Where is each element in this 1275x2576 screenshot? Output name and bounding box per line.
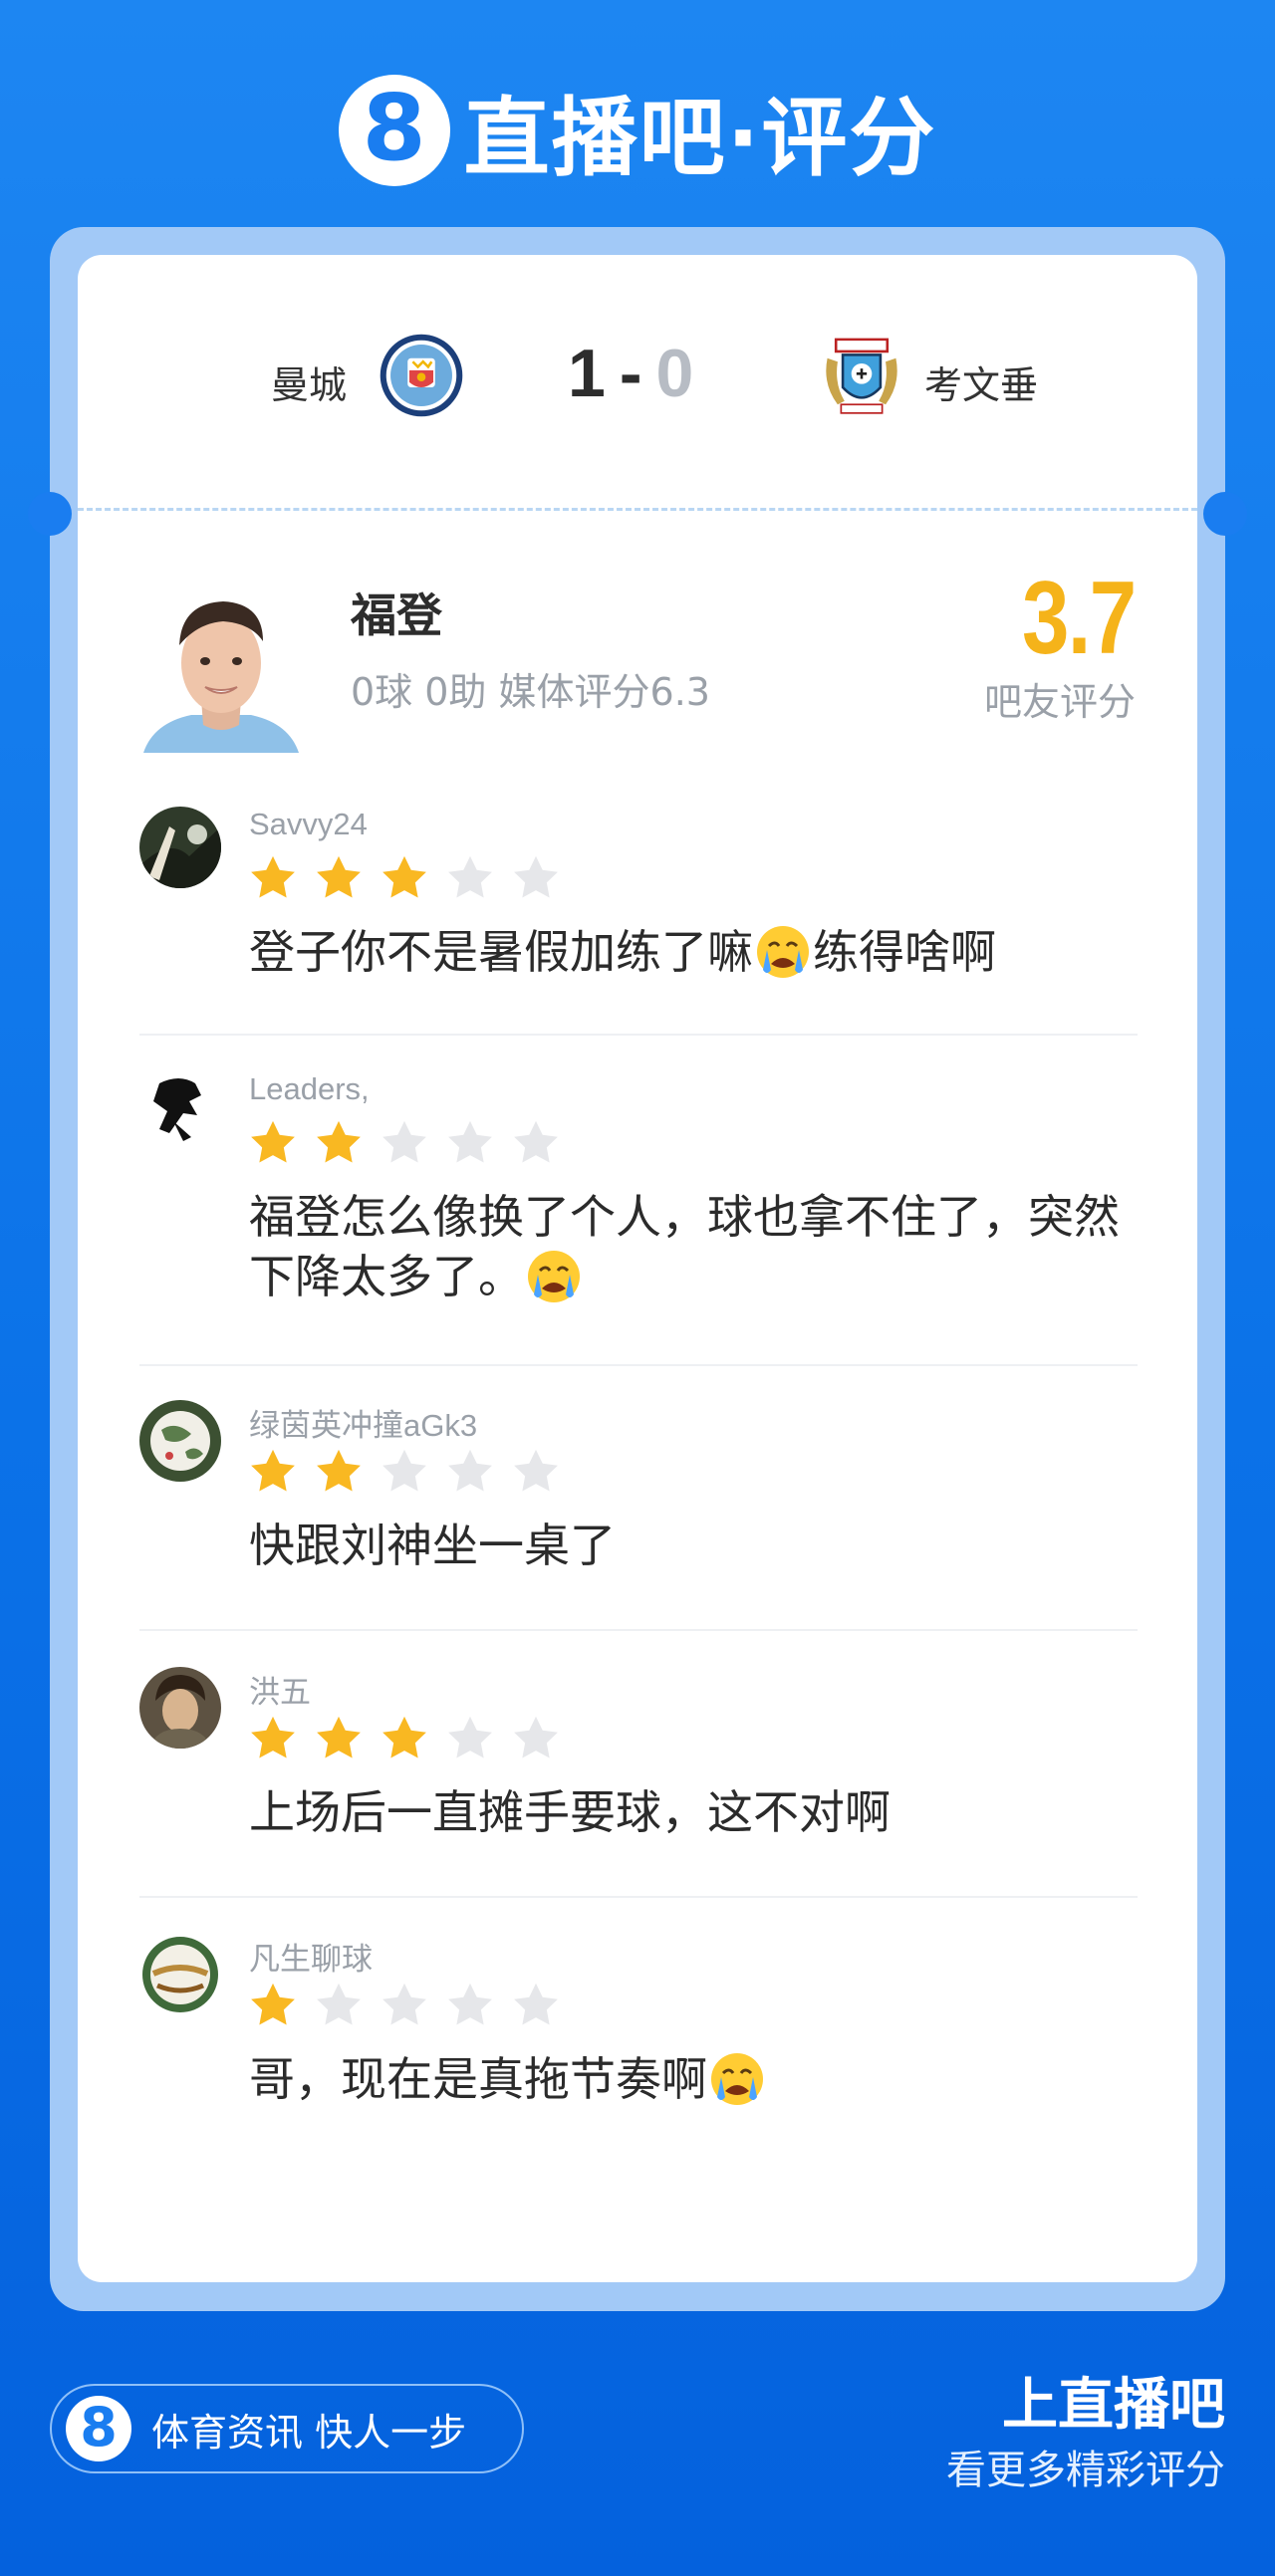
rating-card: 曼城 1-0 考文垂 福登 0球 0助 媒体评分6.3 3.7 吧友评分 Sav… (78, 255, 1197, 2282)
star-rating (247, 1117, 576, 1169)
star-empty-icon (382, 1120, 426, 1163)
star-empty-icon (448, 1983, 492, 2025)
fan-score-label: 吧友评分 (983, 680, 1136, 724)
zhibo8-small-logo-icon: 8 (66, 2396, 131, 2461)
crying-face-emoji-icon (528, 1251, 580, 1302)
star-empty-icon (514, 855, 558, 898)
manchester-city-crest-icon (380, 334, 463, 417)
crying-face-emoji-icon (711, 2053, 763, 2105)
star-filled-icon (382, 855, 426, 898)
away-score: 0 (655, 336, 694, 411)
crying-face-emoji-icon (757, 926, 809, 978)
dashed-divider (78, 508, 1197, 511)
username[interactable]: 绿茵英冲撞aGk3 (249, 1400, 477, 1445)
brand-title: 直播吧·评分 (463, 89, 937, 188)
star-empty-icon (448, 1716, 492, 1758)
star-empty-icon (514, 1716, 558, 1758)
user-avatar[interactable] (139, 1667, 221, 1749)
comment-divider (139, 1896, 1138, 1898)
home-score: 1 (568, 336, 606, 411)
slogan-text: 体育资讯 快人一步 (151, 2410, 467, 2455)
comment-item: 洪五 上场后一直摊手要球，这不对啊 (139, 1667, 1138, 1898)
comment-divider (139, 1364, 1138, 1366)
score-separator: - (619, 336, 642, 411)
home-team-name: 曼城 (271, 363, 348, 407)
star-filled-icon (251, 1120, 295, 1163)
star-filled-icon (317, 855, 361, 898)
star-empty-icon (382, 1449, 426, 1492)
comment-text: 福登怎么像换了个人，球也拿不住了，突然下降太多了。 (249, 1190, 1120, 1303)
comment-text: 哥，现在是真拖节奏啊 (249, 2049, 1146, 2109)
star-empty-icon (448, 855, 492, 898)
card-notch-left (28, 492, 72, 536)
comment-item: Savvy24 登子你不是暑假加练了嘛 练得啥啊 (139, 807, 1138, 1036)
cta-title[interactable]: 上直播吧 (1002, 2360, 1225, 2441)
comment-text: 上场后一直摊手要球，这不对啊 (249, 1785, 891, 1839)
user-avatar[interactable] (139, 1934, 221, 2015)
star-filled-icon (251, 1716, 295, 1758)
player-name: 福登 (351, 588, 442, 642)
star-empty-icon (448, 1120, 492, 1163)
comment-item: 绿茵英冲撞aGk3 快跟刘神坐一桌了 (139, 1400, 1138, 1631)
star-filled-icon (251, 1983, 295, 2025)
fan-score-value: 3.7 (1022, 561, 1137, 676)
card-notch-right (1203, 492, 1247, 536)
username[interactable]: 洪五 (249, 1667, 311, 1712)
star-filled-icon (317, 1120, 361, 1163)
away-team-name: 考文垂 (924, 363, 1039, 407)
comment-item: 凡生聊球 哥，现在是真拖节奏啊 (139, 1934, 1138, 2173)
user-avatar[interactable] (139, 1071, 221, 1153)
star-empty-icon (317, 1983, 361, 2025)
star-rating (247, 852, 576, 904)
coventry-city-crest-icon (826, 338, 897, 414)
star-filled-icon (382, 1716, 426, 1758)
star-rating (247, 1446, 576, 1498)
cta-subtitle[interactable]: 看更多精彩评分 (946, 2438, 1225, 2495)
comment-text: 登子你不是暑假加练了嘛 练得啥啊 (249, 925, 996, 979)
star-rating (247, 1980, 576, 2031)
match-score: 1-0 (568, 335, 693, 412)
comment-divider (139, 1629, 1138, 1631)
star-filled-icon (317, 1716, 361, 1758)
username[interactable]: 凡生聊球 (249, 1934, 373, 1979)
star-rating (247, 1713, 576, 1764)
slogan-pill[interactable]: 8 体育资讯 快人一步 (50, 2384, 524, 2473)
comment-text: 快跟刘神坐一桌了 (249, 1519, 616, 1572)
user-avatar[interactable] (139, 807, 221, 888)
zhibo8-logo-icon: 8 (338, 74, 450, 186)
star-filled-icon (317, 1449, 361, 1492)
user-avatar[interactable] (139, 1400, 221, 1482)
player-stats: 0球 0助 媒体评分6.3 (351, 670, 710, 714)
comment-item: Leaders, 福登怎么像换了个人，球也拿不住了，突然下降太多了。 (139, 1071, 1138, 1366)
star-empty-icon (514, 1449, 558, 1492)
star-empty-icon (382, 1983, 426, 2025)
brand-header: 8 直播吧·评分 (0, 68, 1275, 192)
player-photo (143, 576, 299, 753)
star-filled-icon (251, 1449, 295, 1492)
username[interactable]: Savvy24 (249, 807, 368, 842)
star-empty-icon (514, 1983, 558, 2025)
star-filled-icon (251, 855, 295, 898)
comment-divider (139, 1034, 1138, 1036)
match-summary: 曼城 1-0 考文垂 (78, 327, 1197, 426)
star-empty-icon (514, 1120, 558, 1163)
star-empty-icon (448, 1449, 492, 1492)
username[interactable]: Leaders, (249, 1071, 370, 1107)
